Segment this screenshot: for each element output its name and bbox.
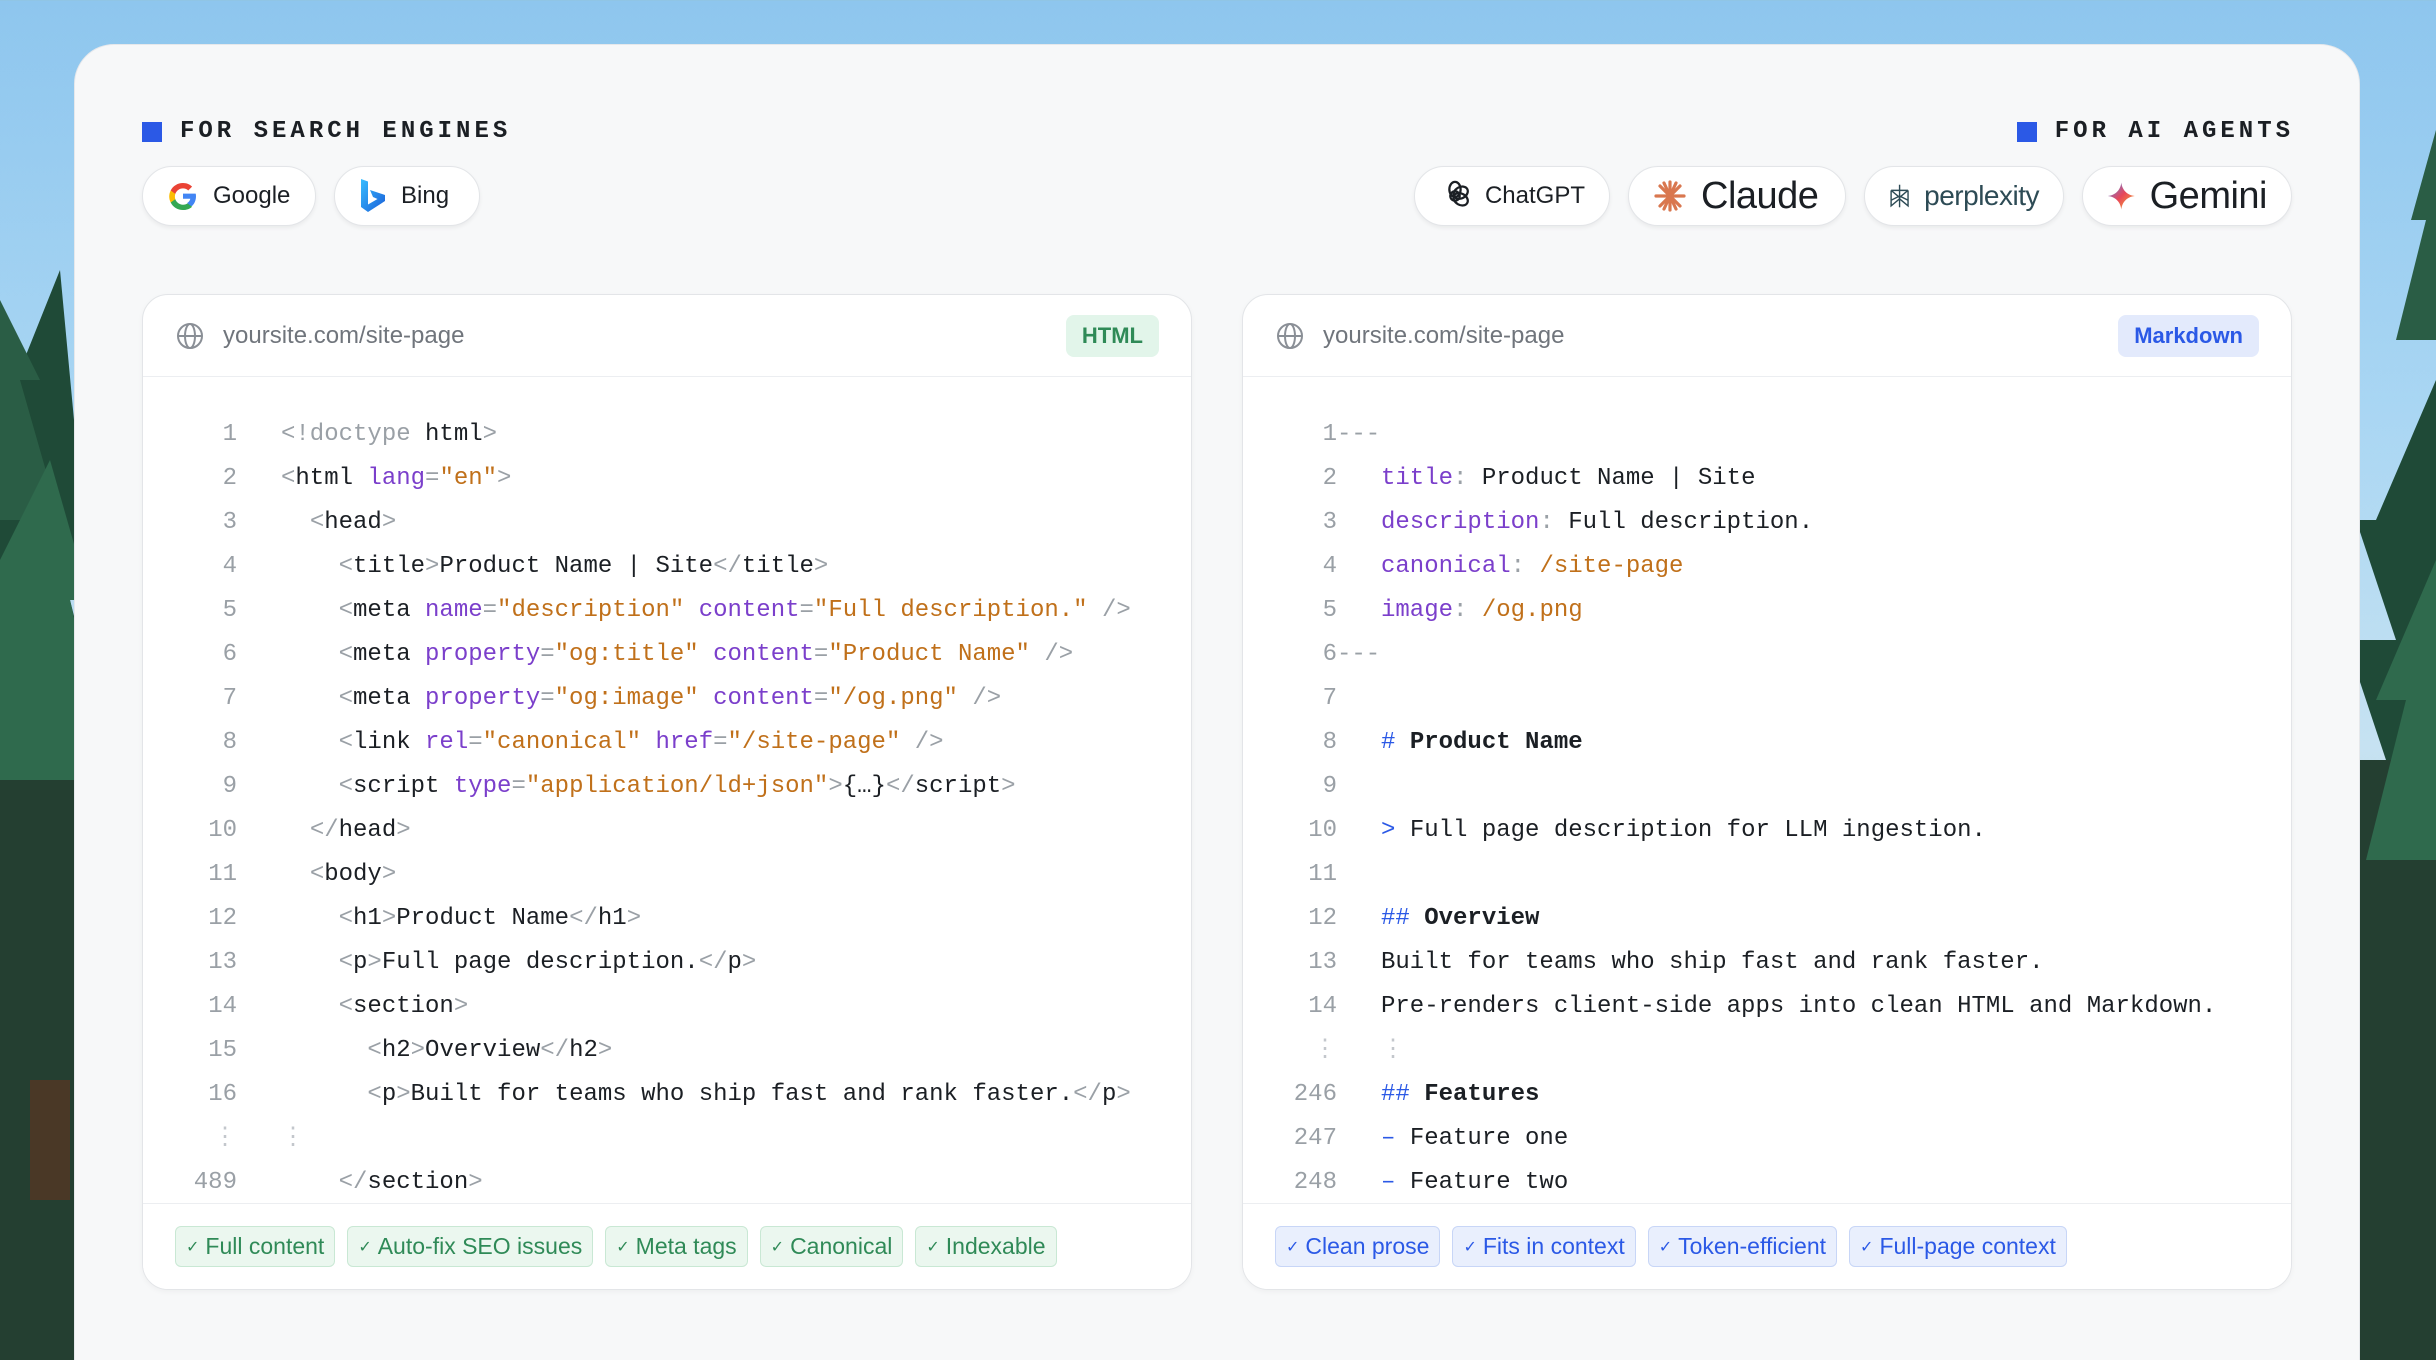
html-code-block: 1 <!doctype html> 2 <html lang="en"> 3 <he… <box>193 421 1131 1196</box>
blue-square-icon <box>142 121 162 142</box>
markdown-feature-chips: ✓ Clean prose ✓ Fits in context ✓ Token-eff… <box>1243 1203 2291 1289</box>
perplexity-label: perplexity <box>1924 180 2039 211</box>
html-panel-header: yoursite.com/site-page HTML <box>143 295 1191 377</box>
google-icon <box>169 183 196 210</box>
claude-label: Claude <box>1701 174 1819 217</box>
markdown-code-block: 1 --- 2 title: Product Name | Site 3 descri… <box>1293 421 2217 1196</box>
chip-indexable: ✓ Indexable <box>915 1226 1057 1267</box>
bing-icon <box>361 179 385 212</box>
claude-icon <box>1654 180 1686 212</box>
blue-square-icon <box>2016 121 2037 142</box>
chip-full-page-context: ✓ Full-page context <box>1849 1226 2067 1267</box>
chatgpt-pill[interactable]: ChatGPT <box>1414 166 1610 226</box>
markdown-badge: Markdown <box>2118 314 2259 357</box>
chip-meta-tags: ✓ Meta tags <box>605 1226 748 1267</box>
chatgpt-icon <box>1448 180 1469 207</box>
markdown-panel-header: yoursite.com/site-page Markdown <box>1243 295 2291 377</box>
html-panel: yoursite.com/site-page HTML 1 <!doctype h… <box>142 294 1192 1290</box>
claude-pill[interactable]: Claude <box>1628 166 1846 226</box>
html-feature-chips: ✓ Full content ✓ Auto-fix SEO issues ✓ Meta… <box>143 1203 1191 1289</box>
markdown-panel: yoursite.com/site-page Markdown 1 --- 2 ti… <box>1242 294 2292 1290</box>
html-badge: HTML <box>1065 314 1159 357</box>
bing-label: Bing <box>401 182 450 209</box>
chatgpt-label: ChatGPT <box>1484 182 1585 209</box>
chip-auto-fix-seo: ✓ Auto-fix SEO issues <box>347 1226 594 1267</box>
html-url[interactable]: yoursite.com/site-page <box>223 322 464 350</box>
chip-token-efficient: ✓ Token-efficient <box>1647 1226 1838 1267</box>
chip-canonical: ✓ Canonical <box>759 1226 904 1267</box>
chip-clean-prose: ✓ Clean prose <box>1275 1226 1441 1267</box>
globe-icon <box>177 322 203 349</box>
bing-pill[interactable]: Bing <box>334 166 480 226</box>
search-engines-heading: FOR SEARCH ENGINES <box>142 118 511 145</box>
markdown-url[interactable]: yoursite.com/site-page <box>1323 322 1564 350</box>
chip-fits-in-context: ✓ Fits in context <box>1452 1226 1636 1267</box>
gemini-icon <box>2107 182 2135 210</box>
ai-agents-heading: FOR AI AGENTS <box>2016 118 2294 145</box>
perplexity-icon <box>1890 184 1909 208</box>
gemini-label: Gemini <box>2149 174 2268 217</box>
gemini-pill[interactable]: Gemini <box>2082 166 2292 226</box>
chip-full-content: ✓ Full content <box>175 1226 336 1267</box>
perplexity-pill[interactable]: perplexity <box>1864 166 2064 226</box>
google-label: Google <box>213 182 291 209</box>
globe-icon <box>1277 322 1303 349</box>
google-pill[interactable]: Google <box>142 166 316 226</box>
